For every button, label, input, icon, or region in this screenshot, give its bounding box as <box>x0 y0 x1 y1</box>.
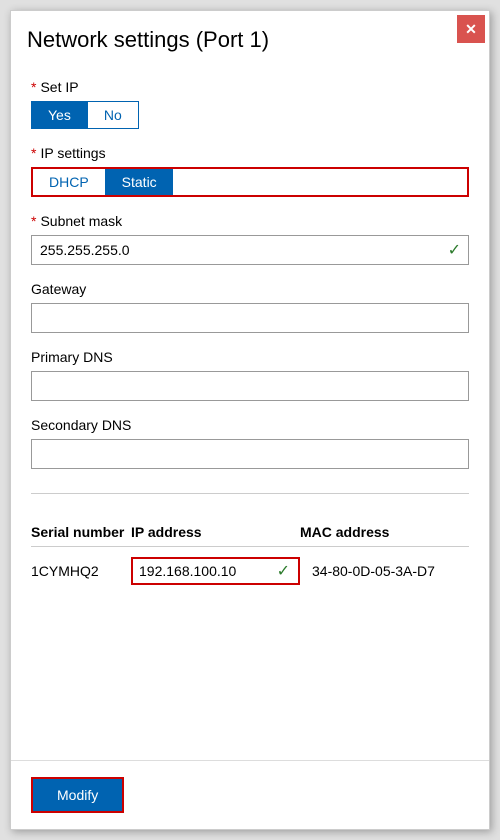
table-row: 1CYMHQ2 192.168.100.10 ✓ 34-80-0D-05-3A-… <box>31 547 469 595</box>
modify-button[interactable]: Modify <box>31 777 124 813</box>
mac-address-cell: 34-80-0D-05-3A-D7 <box>300 563 469 579</box>
ip-checkmark: ✓ <box>277 561 290 581</box>
col-ip-header: IP address <box>131 524 300 540</box>
gateway-input[interactable] <box>31 303 469 333</box>
static-button[interactable]: Static <box>106 169 173 195</box>
subnet-mask-wrapper: ✓ <box>31 235 469 265</box>
set-ip-no-button[interactable]: No <box>87 101 139 129</box>
secondary-dns-input[interactable] <box>31 439 469 469</box>
subnet-mask-checkmark: ✓ <box>448 240 461 260</box>
close-button[interactable]: ✕ <box>457 15 485 43</box>
network-settings-dialog: ✕ Network settings (Port 1) *Set IP Yes … <box>10 10 490 830</box>
ip-address-value: 192.168.100.10 <box>139 563 292 579</box>
ip-address-cell: 192.168.100.10 ✓ <box>131 557 300 585</box>
device-table: Serial number IP address MAC address 1CY… <box>31 518 469 595</box>
primary-dns-label: Primary DNS <box>31 349 469 365</box>
set-ip-toggle: Yes No <box>31 101 469 129</box>
set-ip-yes-button[interactable]: Yes <box>31 101 87 129</box>
gateway-label: Gateway <box>31 281 469 297</box>
secondary-dns-label: Secondary DNS <box>31 417 469 433</box>
set-ip-label: *Set IP <box>31 79 469 95</box>
primary-dns-group: Primary DNS <box>31 349 469 401</box>
footer: Modify <box>11 760 489 829</box>
close-icon: ✕ <box>465 21 477 38</box>
serial-number-cell: 1CYMHQ2 <box>31 563 131 579</box>
subnet-mask-group: *Subnet mask ✓ <box>31 213 469 265</box>
col-serial-header: Serial number <box>31 524 131 540</box>
dialog-title: Network settings (Port 1) <box>27 27 269 53</box>
secondary-dns-wrapper <box>31 439 469 469</box>
divider <box>31 493 469 494</box>
ip-settings-toggle: DHCP Static <box>31 167 469 197</box>
subnet-mask-label: *Subnet mask <box>31 213 469 229</box>
gateway-group: Gateway <box>31 281 469 333</box>
ip-settings-label: *IP settings <box>31 145 469 161</box>
dhcp-button[interactable]: DHCP <box>33 169 106 195</box>
table-header: Serial number IP address MAC address <box>31 518 469 547</box>
ip-settings-group: *IP settings DHCP Static <box>31 145 469 197</box>
set-ip-group: *Set IP Yes No <box>31 79 469 129</box>
primary-dns-wrapper <box>31 371 469 401</box>
secondary-dns-group: Secondary DNS <box>31 417 469 469</box>
primary-dns-input[interactable] <box>31 371 469 401</box>
col-mac-header: MAC address <box>300 524 469 540</box>
subnet-mask-input[interactable] <box>31 235 469 265</box>
gateway-wrapper <box>31 303 469 333</box>
